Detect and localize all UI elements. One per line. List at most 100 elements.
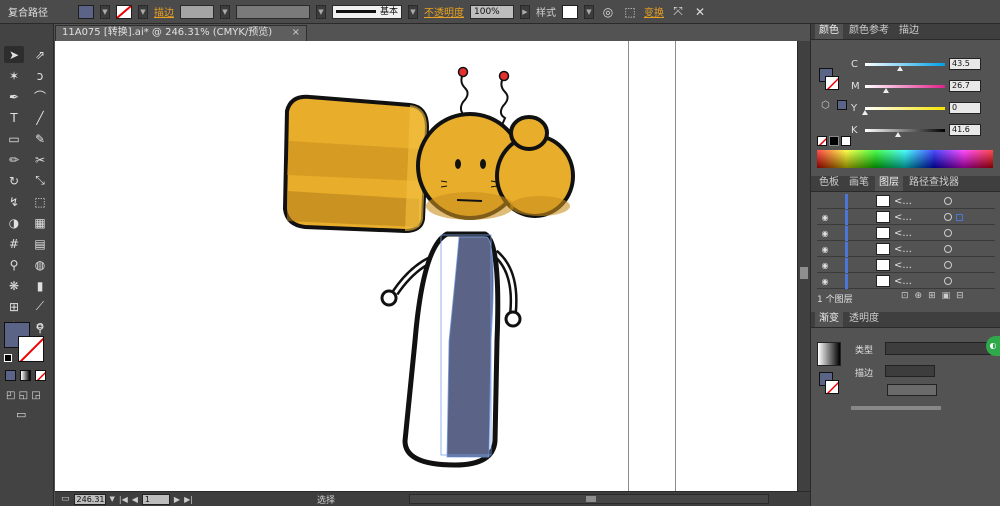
eyedropper-tool-icon[interactable]: ⚲	[4, 256, 24, 273]
tab-color[interactable]: 颜色	[815, 24, 843, 39]
mesh-tool-icon[interactable]: #	[4, 235, 24, 252]
tab-gradient[interactable]: 渐变	[815, 312, 843, 327]
scale-tool-icon[interactable]: ⤡	[30, 172, 50, 189]
layer-name[interactable]: <...	[894, 196, 934, 207]
gradient-type-select[interactable]	[885, 342, 993, 355]
isolate-icon[interactable]: ⤧	[670, 4, 686, 20]
fill-swatch[interactable]	[78, 4, 94, 19]
none-mode-icon[interactable]	[35, 370, 46, 381]
black-value[interactable]: 41.6	[949, 124, 981, 136]
color-spectrum[interactable]	[817, 150, 993, 168]
slice-tool-icon[interactable]: ⟋	[30, 298, 50, 315]
tab-layers[interactable]: 图层	[875, 176, 903, 191]
style-swatch[interactable]	[562, 4, 578, 19]
stroke-weight-dropdown[interactable]: ▼	[220, 4, 230, 19]
gradient-angle-field[interactable]	[887, 384, 937, 396]
stroke-weight-field[interactable]	[180, 4, 214, 19]
pencil-tool-icon[interactable]: ✏	[4, 151, 24, 168]
align-icon[interactable]: ⬚	[622, 4, 638, 20]
zoom-dropdown[interactable]: ▼	[110, 495, 115, 503]
stroke-dropdown[interactable]: ▼	[138, 4, 148, 19]
target-circle-icon[interactable]	[944, 229, 952, 237]
selection-tool-icon[interactable]: ➤	[4, 46, 24, 63]
draw-mode-icon[interactable]: ◰ ◱ ◲	[6, 390, 41, 401]
type-tool-icon[interactable]: T	[4, 109, 24, 126]
panel-stroke-swatch[interactable]	[825, 76, 839, 90]
style-dropdown[interactable]: ▼	[584, 4, 594, 19]
last-page-icon[interactable]: ▶|	[184, 495, 193, 504]
brush-preset-dropdown[interactable]: ▼	[408, 4, 418, 19]
layer-row[interactable]: ◉ <...	[817, 273, 995, 289]
artboard-nav-icon[interactable]: ▭	[61, 494, 70, 504]
layer-row[interactable]: ◉ <...	[817, 209, 995, 225]
slider-knob[interactable]	[895, 131, 902, 137]
curvature-tool-icon[interactable]: ⌒	[30, 88, 50, 105]
none-color-icon[interactable]	[817, 136, 827, 146]
lasso-tool-icon[interactable]: ↄ	[30, 67, 50, 84]
stroke-color-swatch[interactable]	[18, 336, 44, 362]
close-document-icon[interactable]: ×	[292, 26, 300, 40]
cyan-slider[interactable]	[865, 62, 945, 71]
opacity-panel-link[interactable]: 不透明度	[424, 4, 464, 19]
gradient-slider[interactable]	[851, 406, 941, 410]
variable-width-field[interactable]	[236, 4, 310, 19]
visibility-eye-icon[interactable]: ◉	[817, 245, 833, 254]
layer-row[interactable]: ◉ <...	[817, 225, 995, 241]
selected-art-indicator[interactable]	[956, 213, 963, 221]
panel-menu-icon[interactable]: ✕	[692, 4, 708, 20]
tab-pathfinder[interactable]: 路径查找器	[905, 176, 963, 191]
tab-swatches[interactable]: 色板	[815, 176, 843, 191]
recolor-icon[interactable]: ◎	[600, 4, 616, 20]
document-tab[interactable]: 11A075 [转换].ai* @ 246.31% (CMYK/预览) ×	[55, 25, 307, 41]
tab-color-guide[interactable]: 颜色参考	[845, 24, 893, 39]
slider-knob[interactable]	[883, 87, 890, 93]
default-colors-icon[interactable]	[4, 354, 12, 362]
free-transform-tool-icon[interactable]: ⬚	[30, 193, 50, 210]
layer-row[interactable]: ◉ <...	[817, 241, 995, 257]
artboard-tool-icon[interactable]: ⊞	[4, 298, 24, 315]
transform-panel-link[interactable]: 变换	[644, 4, 664, 19]
cyan-value[interactable]: 43.5	[949, 58, 981, 70]
illustration[interactable]	[55, 41, 797, 491]
layer-row[interactable]: <...	[817, 193, 995, 209]
shape-builder-tool-icon[interactable]: ◑	[4, 214, 24, 231]
visibility-eye-icon[interactable]: ◉	[817, 229, 833, 238]
screen-mode-icon[interactable]: ▭	[16, 408, 26, 421]
rotate-tool-icon[interactable]: ↻	[4, 172, 24, 189]
first-page-icon[interactable]: |◀	[119, 495, 128, 504]
magenta-slider[interactable]	[865, 84, 945, 93]
zoom-field[interactable]: 246.31	[73, 493, 106, 505]
gradient-stroke-buttons[interactable]	[885, 365, 935, 377]
gradient-stroke-swatch[interactable]	[825, 380, 839, 394]
fill-dropdown[interactable]: ▼	[100, 4, 110, 19]
magenta-value[interactable]: 26.7	[949, 80, 981, 92]
swap-colors-icon[interactable]: ⇄	[36, 322, 44, 332]
artboard-canvas[interactable]	[55, 41, 797, 491]
warp-tool-icon[interactable]: ↯	[4, 193, 24, 210]
perspective-grid-tool-icon[interactable]: ▦	[30, 214, 50, 231]
variable-width-dropdown[interactable]: ▼	[316, 4, 326, 19]
scissors-tool-icon[interactable]: ✂	[30, 151, 50, 168]
gradient-preview[interactable]	[817, 342, 841, 366]
magic-wand-tool-icon[interactable]: ✶	[4, 67, 24, 84]
white-color-icon[interactable]	[841, 136, 851, 146]
layer-name[interactable]: <...	[894, 276, 934, 287]
direct-selection-tool-icon[interactable]: ⇗	[30, 46, 50, 63]
pen-tool-icon[interactable]: ✒	[4, 88, 24, 105]
target-circle-icon[interactable]	[944, 261, 952, 269]
yellow-slider[interactable]	[862, 106, 945, 115]
vertical-scroll-thumb[interactable]	[800, 267, 808, 279]
tab-transparency[interactable]: 透明度	[845, 312, 883, 327]
stroke-panel-link[interactable]: 描边	[154, 4, 174, 19]
tab-stroke[interactable]: 描边	[895, 24, 923, 39]
visibility-eye-icon[interactable]: ◉	[817, 277, 833, 286]
slider-knob[interactable]	[862, 109, 868, 115]
out-of-gamut-icon[interactable]: ⬡	[821, 100, 830, 111]
layer-name[interactable]: <...	[894, 228, 934, 239]
layer-row[interactable]: ◉ <...	[817, 257, 995, 273]
blend-tool-icon[interactable]: ◍	[30, 256, 50, 273]
horizontal-scrollbar[interactable]	[408, 494, 769, 504]
target-circle-icon[interactable]	[944, 245, 952, 253]
brush-preset-field[interactable]: 基本	[332, 4, 402, 19]
slider-knob[interactable]	[896, 65, 903, 71]
